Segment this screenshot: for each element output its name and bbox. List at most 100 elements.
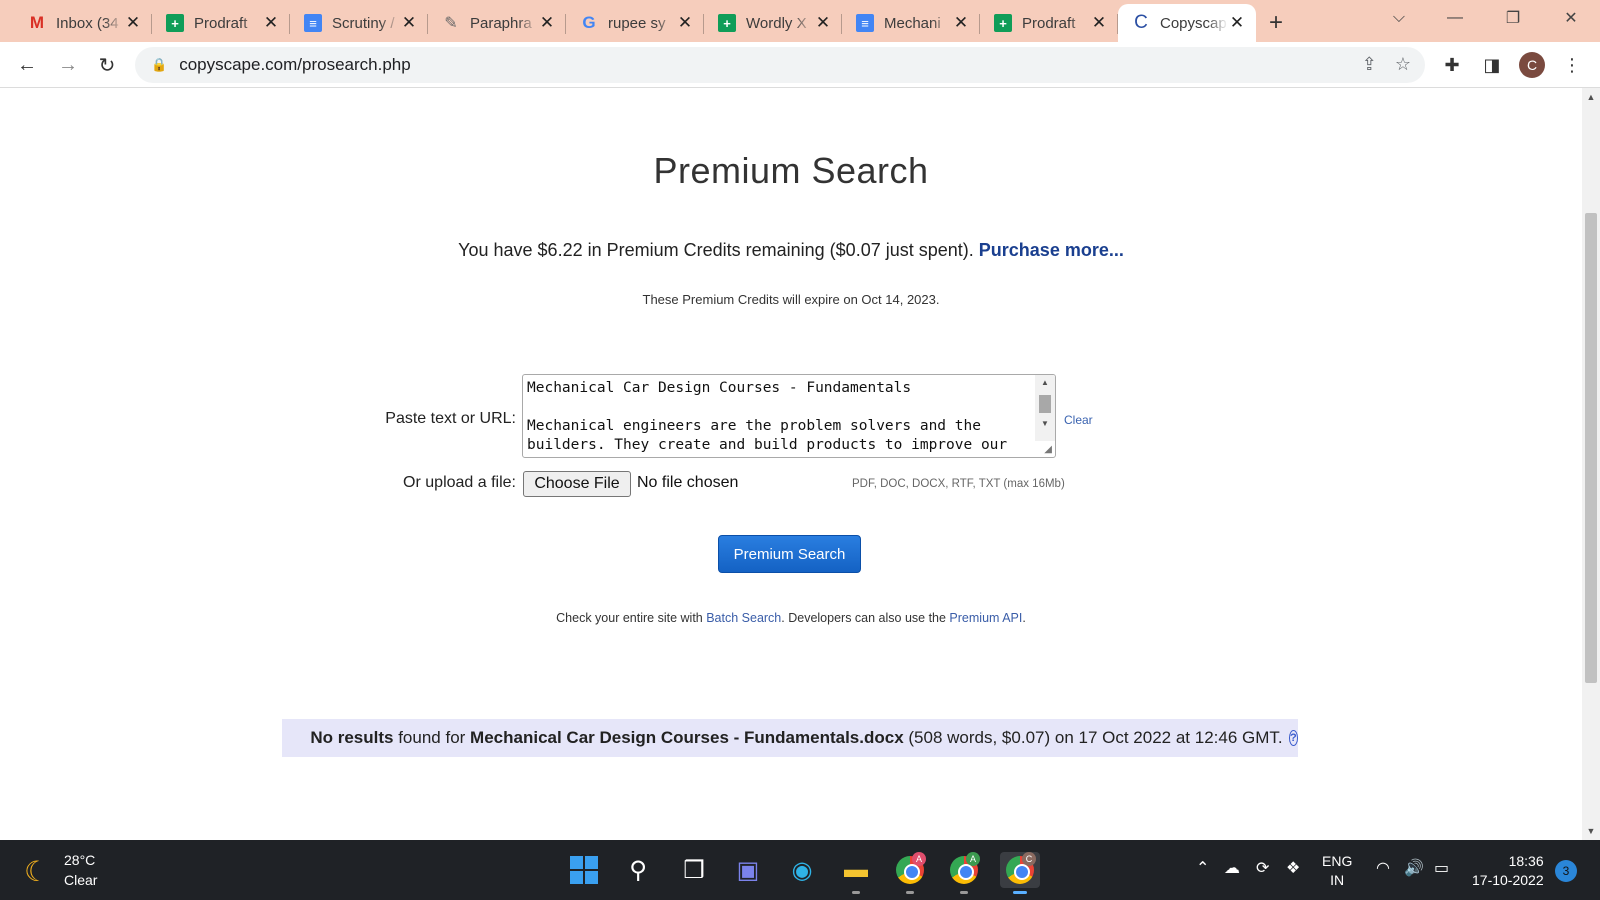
windows-logo-icon — [570, 856, 598, 884]
search-icon[interactable]: ⚲ — [620, 852, 656, 888]
reload-button[interactable]: ↻ — [92, 50, 122, 80]
page-scroll-thumb[interactable] — [1585, 213, 1597, 683]
tab-strip: M Inbox (34 ✕ + Prodraft ✕ ≡ Scrutiny / ✕ ✎ Paraph… — [0, 0, 1600, 42]
tab-close-icon[interactable]: ✕ — [1228, 13, 1246, 33]
tab-title: Inbox (34 — [56, 14, 119, 32]
chrome-icon-c[interactable]: C — [1000, 852, 1040, 894]
browser-tab[interactable]: + Prodraft ✕ — [980, 4, 1118, 42]
expire-text: These Premium Credits will expire on Oct… — [642, 292, 940, 307]
credits-line: You have $6.22 in Premium Credits remain… — [0, 240, 1582, 261]
moon-icon[interactable]: ☾ — [24, 855, 49, 888]
file-types-hint: PDF, DOC, DOCX, RTF, TXT (max 16Mb) — [852, 478, 1065, 490]
tab-title: Paraphra — [470, 14, 532, 32]
page-content: Premium Search You have $6.22 in Premium… — [0, 88, 1582, 840]
tab-search-icon[interactable]: ⌵ — [1376, 0, 1422, 36]
scroll-up-icon[interactable]: ▲ — [1582, 92, 1600, 102]
forward-button[interactable]: → — [53, 50, 83, 80]
scroll-up-icon[interactable]: ▲ — [1035, 378, 1055, 387]
region-code: IN — [1330, 872, 1345, 888]
result-details: (508 words, $0.07) on 17 Oct 2022 at 12:… — [903, 728, 1283, 747]
bookmark-star-icon[interactable]: ☆ — [1395, 54, 1411, 75]
batch-text-suffix: . — [1022, 611, 1026, 625]
profile-badge: C — [1022, 852, 1036, 866]
page-scrollbar[interactable]: ▲ ▼ — [1582, 88, 1600, 840]
paste-label: Paste text or URL: — [385, 410, 516, 427]
browser-tab[interactable]: C Copyscap ✕ — [1118, 4, 1256, 42]
task-view-icon[interactable]: ❒ — [676, 852, 712, 888]
start-button[interactable] — [566, 852, 602, 888]
file-explorer-icon[interactable]: ▬ — [838, 852, 874, 894]
weather-temperature[interactable]: 28°C — [64, 852, 95, 868]
language-indicator[interactable]: ENG IN — [1322, 852, 1352, 890]
volume-icon[interactable]: 🔊 — [1404, 858, 1424, 878]
premium-api-link[interactable]: Premium API — [949, 611, 1022, 625]
scroll-down-icon[interactable]: ▼ — [1582, 826, 1600, 836]
tab-close-icon[interactable]: ✕ — [814, 13, 832, 33]
tab-title: Prodraft — [1022, 14, 1076, 32]
paste-text-value: Mechanical Car Design Courses - Fundamen… — [527, 380, 1008, 453]
clear-link[interactable]: Clear — [1064, 413, 1093, 427]
result-filename: Mechanical Car Design Courses - Fundamen… — [470, 728, 904, 747]
tab-close-icon[interactable]: ✕ — [538, 13, 556, 33]
sheets-icon: + — [166, 14, 184, 32]
onedrive-icon[interactable]: ☁ — [1224, 858, 1240, 878]
address-bar[interactable]: 🔒 copyscape.com/prosearch.php ⇪ ☆ — [135, 47, 1425, 83]
edge-icon[interactable]: ◉ — [784, 852, 820, 888]
browser-tab[interactable]: + Wordly X ✕ — [704, 4, 842, 42]
side-panel-icon[interactable]: ◨ — [1477, 50, 1507, 80]
tab-title: rupee sy — [608, 14, 666, 32]
chrome-icon-b[interactable]: A — [946, 852, 982, 894]
taskbar: ☾ 28°C Clear ⚲ ❒ ▣ ◉ ▬ A A C ⌃ ☁ ⟳ ❖ ENG… — [0, 840, 1600, 900]
tab-close-icon[interactable]: ✕ — [124, 13, 142, 33]
menu-kebab-icon[interactable]: ⋮ — [1557, 50, 1587, 80]
restore-button[interactable]: ❐ — [1490, 0, 1536, 36]
choose-file-button[interactable]: Choose File — [523, 471, 631, 497]
chevron-up-icon[interactable]: ⌃ — [1196, 858, 1209, 878]
browser-tab[interactable]: Grupee sy ✕ — [566, 4, 704, 42]
clock-time: 18:36 — [1508, 853, 1544, 869]
result-banner: No results found for Mechanical Car Desi… — [282, 719, 1298, 757]
minimize-button[interactable]: — — [1432, 0, 1478, 36]
gmail-icon: M — [29, 13, 45, 32]
paste-textarea[interactable]: Mechanical Car Design Courses - Fundamen… — [522, 374, 1056, 458]
tab-close-icon[interactable]: ✕ — [262, 13, 280, 33]
battery-icon[interactable]: ▭ — [1434, 858, 1449, 878]
tab-close-icon[interactable]: ✕ — [1090, 13, 1108, 33]
clock[interactable]: 18:36 17-10-2022 — [1472, 852, 1544, 890]
tab-close-icon[interactable]: ✕ — [952, 13, 970, 33]
clock-date: 17-10-2022 — [1472, 872, 1544, 888]
textarea-scrollbar[interactable]: ▲ ▼ — [1035, 375, 1055, 441]
chrome-icon-a[interactable]: A — [892, 852, 928, 894]
url-text: copyscape.com/prosearch.php — [179, 55, 411, 74]
browser-tab[interactable]: ≡ Scrutiny / ✕ — [290, 4, 428, 42]
browser-tab[interactable]: ✎ Paraphra ✕ — [428, 4, 566, 42]
back-button[interactable]: ← — [12, 50, 42, 80]
browser-tab[interactable]: ≡ Mechani ✕ — [842, 4, 980, 42]
lock-icon: 🔒 — [151, 57, 168, 72]
browser-tab[interactable]: + Prodraft ✕ — [152, 4, 290, 42]
browser-tab[interactable]: M Inbox (34 ✕ — [14, 4, 152, 42]
premium-search-button[interactable]: Premium Search — [718, 535, 861, 573]
scroll-down-icon[interactable]: ▼ — [1035, 419, 1055, 428]
browser-toolbar: ← → ↻ 🔒 copyscape.com/prosearch.php ⇪ ☆ … — [0, 42, 1600, 88]
tab-close-icon[interactable]: ✕ — [400, 13, 418, 33]
batch-search-link[interactable]: Batch Search — [706, 611, 781, 625]
notification-badge[interactable]: 3 — [1555, 860, 1577, 882]
resize-grip-icon[interactable]: ◢ — [1044, 444, 1052, 455]
tab-close-icon[interactable]: ✕ — [676, 13, 694, 33]
new-tab-button[interactable]: + — [1256, 4, 1296, 42]
window-close-button[interactable]: ✕ — [1548, 0, 1594, 36]
dropbox-icon[interactable]: ❖ — [1286, 858, 1300, 878]
share-icon[interactable]: ⇪ — [1362, 54, 1377, 75]
wifi-icon[interactable]: ◠ — [1376, 858, 1390, 878]
language-code: ENG — [1322, 853, 1353, 869]
help-icon[interactable]: ? — [1288, 730, 1298, 746]
sync-icon[interactable]: ⟳ — [1256, 858, 1269, 878]
extensions-icon[interactable]: ✚ — [1437, 50, 1467, 80]
weather-condition[interactable]: Clear — [64, 872, 97, 888]
chat-icon[interactable]: ▣ — [730, 852, 766, 888]
profile-avatar[interactable]: C — [1519, 52, 1545, 78]
purchase-more-link[interactable]: Purchase more... — [979, 240, 1124, 260]
scroll-thumb[interactable] — [1039, 395, 1051, 413]
docs-icon: ≡ — [856, 14, 874, 32]
